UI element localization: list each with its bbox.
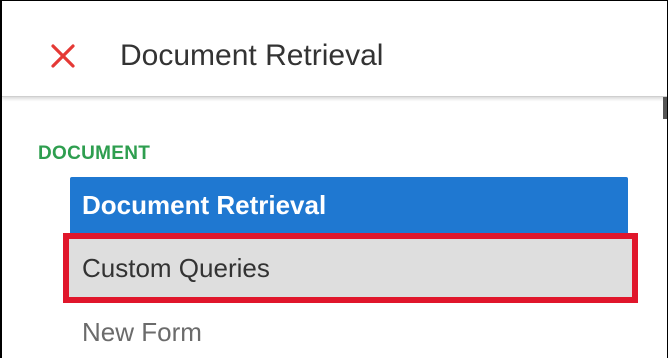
menu-item-new-form[interactable]: New Form: [70, 301, 628, 358]
menu-item-document-retrieval[interactable]: Document Retrieval: [70, 177, 628, 234]
menu-item-custom-queries[interactable]: Custom Queries: [63, 233, 638, 303]
menu-item-label: Document Retrieval: [82, 190, 327, 220]
scrollbar[interactable]: [663, 97, 667, 119]
panel: Document Retrieval DOCUMENT Document Ret…: [0, 0, 668, 358]
panel-header: Document Retrieval: [2, 1, 667, 97]
section-label-document: DOCUMENT: [38, 143, 151, 164]
close-button[interactable]: [50, 43, 76, 69]
menu-item-label: New Form: [82, 317, 202, 347]
panel-title: Document Retrieval: [120, 39, 384, 72]
menu-item-label: Custom Queries: [82, 253, 270, 283]
close-icon: [51, 44, 75, 68]
document-menu: Document Retrieval Custom Queries New Fo…: [63, 177, 638, 358]
